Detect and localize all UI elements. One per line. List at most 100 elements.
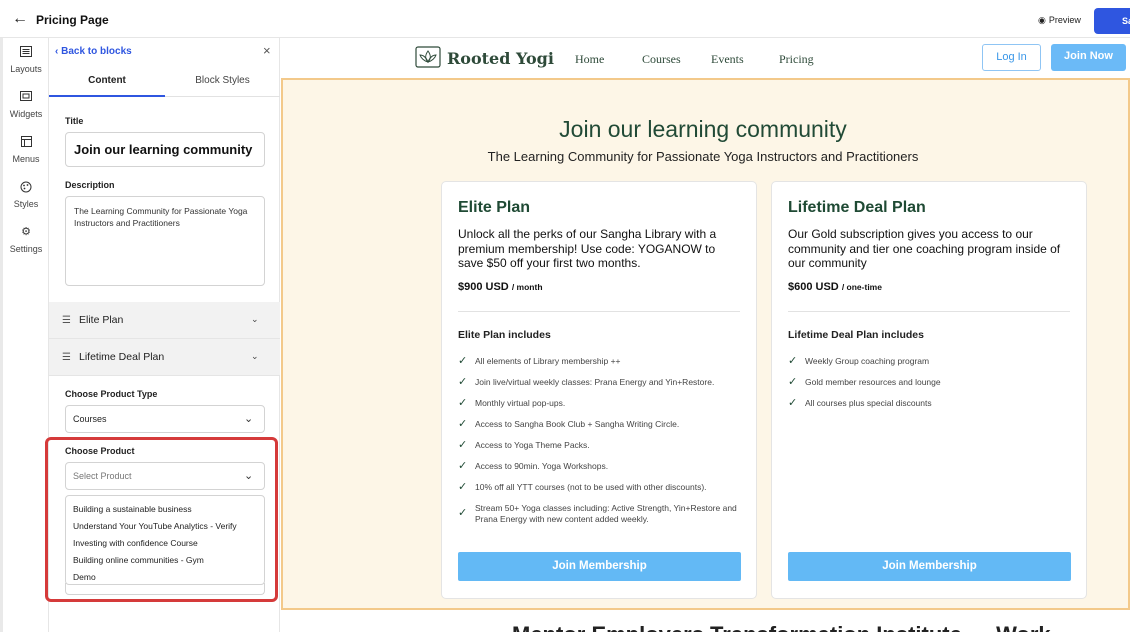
title-label: Title bbox=[65, 116, 84, 126]
product-type-label: Choose Product Type bbox=[65, 389, 158, 399]
check-icon: ✓ bbox=[788, 376, 798, 388]
check-icon: ✓ bbox=[458, 418, 468, 430]
chevron-left-icon: ‹ bbox=[55, 46, 59, 57]
editor-icon-rail: Layouts Widgets Menus Styles ⚙ Settings bbox=[0, 38, 49, 632]
join-membership-button[interactable]: Join Membership bbox=[458, 552, 741, 581]
feature-list: ✓ Weekly Group coaching program ✓ Gold mem… bbox=[788, 356, 1073, 419]
palette-icon bbox=[3, 181, 49, 193]
check-icon: ✓ bbox=[458, 397, 468, 409]
join-membership-button[interactable]: Join Membership bbox=[788, 552, 1071, 581]
preview-label: Preview bbox=[1048, 15, 1081, 25]
layouts-icon bbox=[3, 46, 49, 58]
check-icon: ✓ bbox=[788, 355, 798, 367]
feature-item: ✓ Monthly virtual pop-ups. bbox=[458, 397, 566, 409]
plan-period: / month bbox=[511, 282, 543, 292]
login-button[interactable]: Log In bbox=[982, 44, 1041, 71]
plan-name: Lifetime Deal Plan bbox=[788, 199, 926, 216]
annotation-highlight-box bbox=[45, 437, 278, 602]
editor-topbar: ← Pricing Page ◉Preview Sa bbox=[0, 0, 1130, 38]
feature-item: ✓ Access to Yoga Theme Packs. bbox=[458, 439, 590, 451]
feature-item: ✓ 10% off all YTT courses (not to be used… bbox=[458, 481, 707, 493]
lotus-logo-icon bbox=[415, 46, 441, 68]
feature-item: ✓ Join live/virtual weekly classes: Prana… bbox=[458, 376, 715, 388]
join-now-button[interactable]: Join Now bbox=[1051, 44, 1126, 71]
drag-handle-icon[interactable]: ☰ bbox=[62, 315, 71, 326]
plan-name: Elite Plan bbox=[458, 199, 531, 216]
rail-item-settings[interactable]: ⚙ Settings bbox=[3, 226, 49, 254]
rail-item-widgets[interactable]: Widgets bbox=[3, 91, 49, 119]
description-label: Description bbox=[65, 180, 115, 190]
product-type-value: Courses bbox=[73, 414, 107, 424]
includes-title: Elite Plan includes bbox=[458, 329, 551, 341]
menus-icon bbox=[3, 136, 49, 148]
feature-item: ✓ All courses plus special discounts bbox=[788, 397, 932, 409]
rail-label: Layouts bbox=[10, 64, 42, 74]
product-type-select[interactable]: Courses ⌄ bbox=[65, 405, 265, 433]
preview-button[interactable]: ◉ Preview bbox=[1038, 15, 1081, 26]
accordion-lifetime-deal-plan[interactable]: ☰ Lifetime Deal Plan ⌄ bbox=[49, 339, 280, 376]
rail-active-indicator bbox=[0, 38, 3, 632]
chevron-down-icon: ⌄ bbox=[244, 413, 254, 425]
feature-item: ✓ Access to Sangha Book Club + Sangha Wri… bbox=[458, 418, 680, 430]
panel-tabs: Content Block Styles bbox=[49, 68, 280, 97]
plan-description: Unlock all the perks of our Sangha Libra… bbox=[458, 227, 717, 270]
back-to-blocks-link[interactable]: ‹ Back to blocks bbox=[55, 46, 132, 57]
rail-item-layouts[interactable]: Layouts bbox=[3, 46, 49, 74]
plan-card-elite: Elite Plan Unlock all the perks of our S… bbox=[441, 181, 757, 599]
widgets-icon bbox=[3, 91, 49, 103]
includes-title: Lifetime Deal Plan includes bbox=[788, 329, 924, 341]
gear-icon: ⚙ bbox=[21, 226, 31, 238]
drag-handle-icon[interactable]: ☰ bbox=[62, 352, 71, 363]
chevron-down-icon[interactable]: ⌄ bbox=[251, 314, 259, 325]
rail-label: Settings bbox=[9, 244, 43, 254]
tab-block-styles[interactable]: Block Styles bbox=[165, 75, 280, 86]
eye-icon: ◉ bbox=[1038, 15, 1046, 25]
site-navbar: Rooted Yogi Home Courses Events Pricing … bbox=[281, 38, 1130, 78]
feature-item: ✓ Weekly Group coaching program bbox=[788, 355, 930, 367]
nav-link-courses[interactable]: Courses bbox=[642, 52, 681, 67]
back-arrow-icon[interactable]: ← bbox=[12, 10, 28, 28]
accordion-elite-plan[interactable]: ☰ Elite Plan ⌄ bbox=[49, 302, 280, 339]
feature-item: ✓ Stream 50+ Yoga classes including: Acti… bbox=[458, 503, 737, 524]
description-textarea[interactable]: The Learning Community for Passionate Yo… bbox=[65, 196, 265, 286]
pricing-subtitle: The Learning Community for Passionate Yo… bbox=[487, 149, 919, 164]
check-icon: ✓ bbox=[458, 460, 468, 472]
plan-description: Our Gold subscription gives you access t… bbox=[788, 227, 1061, 270]
plan-price: $600 USD / one-time bbox=[788, 281, 882, 293]
close-icon[interactable]: × bbox=[263, 43, 271, 58]
rail-label: Widgets bbox=[9, 109, 43, 119]
save-button[interactable]: Sa bbox=[1094, 8, 1130, 34]
feature-item: ✓ Gold member resources and lounge bbox=[788, 376, 941, 388]
pricing-title: Join our learning community bbox=[559, 116, 847, 142]
rail-item-styles[interactable]: Styles bbox=[3, 181, 49, 209]
feature-list: ✓ All elements of Library membership ++ ✓… bbox=[458, 356, 743, 533]
rail-item-menus[interactable]: Menus bbox=[3, 136, 49, 164]
feature-item: ✓ Access to 90min. Yoga Workshops. bbox=[458, 460, 609, 472]
check-icon: ✓ bbox=[458, 507, 468, 519]
pricing-block[interactable]: Join our learning community The Learning… bbox=[281, 78, 1130, 610]
site-logo-text[interactable]: Rooted Yogi bbox=[447, 49, 554, 68]
tab-content[interactable]: Content bbox=[49, 75, 165, 86]
next-section-heading-peek: Mentor Employers Transformation Institut… bbox=[512, 622, 1051, 632]
divider bbox=[458, 311, 740, 312]
check-icon: ✓ bbox=[458, 376, 468, 388]
check-icon: ✓ bbox=[458, 355, 468, 367]
chevron-down-icon[interactable]: ⌄ bbox=[251, 351, 259, 362]
check-icon: ✓ bbox=[458, 439, 468, 451]
nav-link-events[interactable]: Events bbox=[711, 52, 744, 67]
check-icon: ✓ bbox=[788, 397, 798, 409]
check-icon: ✓ bbox=[458, 481, 468, 493]
active-tab-underline bbox=[49, 95, 165, 97]
feature-item: ✓ All elements of Library membership ++ bbox=[458, 355, 621, 367]
nav-link-pricing[interactable]: Pricing bbox=[779, 52, 814, 67]
rail-label: Styles bbox=[13, 199, 39, 209]
nav-link-home[interactable]: Home bbox=[575, 52, 604, 67]
plan-period: / one-time bbox=[841, 282, 882, 292]
divider bbox=[788, 311, 1070, 312]
rail-label: Menus bbox=[12, 154, 40, 164]
plan-card-lifetime: Lifetime Deal Plan Our Gold subscription… bbox=[771, 181, 1087, 599]
plan-price: $900 USD / month bbox=[458, 281, 543, 293]
page-title: Pricing Page bbox=[36, 13, 109, 27]
accordion-label: Lifetime Deal Plan bbox=[79, 351, 165, 363]
accordion-label: Elite Plan bbox=[79, 314, 124, 326]
